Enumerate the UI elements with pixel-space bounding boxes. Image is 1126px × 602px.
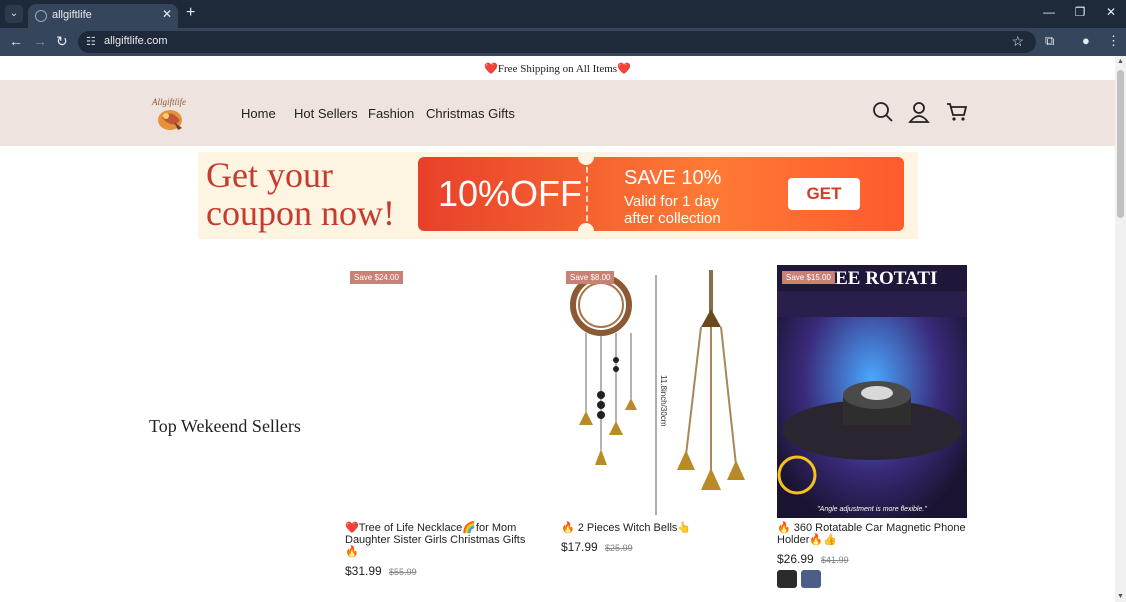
product-title[interactable]: 🔥 360 Rotatable Car Magnetic Phone Holde… <box>777 522 967 546</box>
restore-button[interactable]: ❐ <box>1071 5 1089 19</box>
browser-toolbar: ← → ↻ ☷ allgiftlife.com ☆ ⧉ ● ⋮ <box>0 28 1126 56</box>
screenshot-icon[interactable]: ⧉ <box>1045 33 1054 49</box>
product-title[interactable]: 🔥 2 Pieces Witch Bells👆 <box>561 522 751 534</box>
tab-search-button[interactable]: ⌄ <box>5 5 23 23</box>
product-title[interactable]: ❤️Tree of Life Necklace🌈for Mom Daughter… <box>345 522 535 558</box>
coupon-validity-line1: Valid for 1 day <box>624 193 719 210</box>
scroll-up-icon[interactable]: ▲ <box>1117 58 1124 65</box>
compare-price: $55.99 <box>389 567 417 577</box>
product-image[interactable]: GREE ROTATI "Angle adjustment is more fl… <box>777 265 967 518</box>
reload-icon[interactable]: ↻ <box>56 33 68 50</box>
announcement-text: Free Shipping on All Items <box>497 63 618 75</box>
web-page: ❤️Free Shipping on All Items❤️ Allgiftli… <box>0 56 1115 602</box>
close-tab-icon[interactable]: ✕ <box>162 7 172 21</box>
coupon-validity: Valid for 1 day after collection <box>624 193 721 227</box>
logo-wordmark: Allgiftlife <box>151 97 186 107</box>
back-icon[interactable]: ← <box>9 33 23 49</box>
product-price: $31.99 <box>345 564 382 578</box>
product-card[interactable]: GREE ROTATI "Angle adjustment is more fl… <box>777 265 967 588</box>
menu-icon[interactable]: ⋮ <box>1107 33 1120 49</box>
scroll-down-icon[interactable]: ▼ <box>1117 593 1124 600</box>
product-price: $26.99 <box>777 552 814 566</box>
dimension-label: 11.8inch/30cm <box>659 375 668 427</box>
scrollbar[interactable]: ▲ ▼ <box>1115 56 1126 602</box>
site-logo[interactable]: Allgiftlife <box>150 94 192 134</box>
profile-icon[interactable]: ● <box>1082 33 1090 48</box>
variant-swatches <box>777 570 967 588</box>
coupon-banner[interactable]: Get your coupon now! 10%OFF SAVE 10% Val… <box>198 152 918 239</box>
section-title: Top Wekeend Sellers <box>149 416 301 436</box>
banner-headline: Get your coupon now! <box>206 156 395 232</box>
coupon-divider <box>586 157 588 231</box>
phone-holder-image: GREE ROTATI "Angle adjustment is more fl… <box>777 265 967 518</box>
compare-price: $41.99 <box>821 555 849 565</box>
search-icon[interactable] <box>872 101 894 123</box>
nav-fashion[interactable]: Fashion <box>368 106 414 121</box>
witch-bells-image: 11.8inch/30cm <box>570 270 745 515</box>
save-badge: Save $15.00 <box>782 271 835 284</box>
compare-price: $25.99 <box>605 543 633 553</box>
browser-titlebar: ⌄ allgiftlife ✕ + — ❐ ✕ <box>0 0 1126 28</box>
product-card[interactable]: Save $24.00 ❤️Tree of Life Necklace🌈for … <box>345 265 535 578</box>
browser-tab[interactable]: allgiftlife ✕ <box>28 4 178 28</box>
forward-icon[interactable]: → <box>33 33 47 49</box>
nav-home[interactable]: Home <box>241 106 276 121</box>
coupon-notch <box>578 223 594 239</box>
variant-swatch[interactable] <box>801 570 821 588</box>
banner-headline-line1: Get your <box>206 155 333 195</box>
address-bar[interactable]: ☷ allgiftlife.com ☆ <box>78 31 1036 53</box>
product-price: $17.99 <box>561 540 598 554</box>
product-card[interactable]: 11.8inch/30cm Save $8.00 🔥 2 Pieces Witc… <box>561 265 751 554</box>
product-image[interactable]: Save $24.00 <box>345 265 535 518</box>
heart-icon: ❤️ <box>484 63 498 75</box>
close-window-button[interactable]: ✕ <box>1102 5 1120 19</box>
variant-swatch[interactable] <box>777 570 797 588</box>
bookmark-star-icon[interactable]: ☆ <box>1011 33 1024 50</box>
url-text[interactable]: allgiftlife.com <box>104 35 168 47</box>
minimize-button[interactable]: — <box>1040 5 1058 19</box>
new-tab-button[interactable]: + <box>186 4 195 22</box>
account-icon[interactable] <box>908 101 930 123</box>
heart-icon: ❤️ <box>617 63 631 75</box>
cart-icon[interactable] <box>946 101 968 123</box>
coupon-card: 10%OFF SAVE 10% Valid for 1 day after co… <box>418 152 904 239</box>
scroll-thumb[interactable] <box>1117 70 1124 218</box>
price-row: $31.99 $55.99 <box>345 564 535 578</box>
coupon-discount: 10%OFF <box>438 173 583 214</box>
product-image[interactable]: 11.8inch/30cm Save $8.00 <box>561 265 751 518</box>
site-header: Allgiftlife Home Hot Sellers Fashion Chr… <box>0 80 1115 146</box>
image-caption: "Angle adjustment is more flexible." <box>817 506 927 513</box>
nav-hot-sellers[interactable]: Hot Sellers <box>294 106 358 121</box>
coupon-save-text: SAVE 10% <box>624 167 722 189</box>
coupon-notch <box>578 152 594 165</box>
price-row: $26.99 $41.99 <box>777 552 967 566</box>
site-info-icon[interactable]: ☷ <box>86 35 96 48</box>
save-badge: Save $24.00 <box>350 271 403 284</box>
coupon-validity-line2: after collection <box>624 210 721 227</box>
tab-title: allgiftlife <box>52 9 92 21</box>
get-coupon-button[interactable]: GET <box>788 178 860 210</box>
nav-christmas-gifts[interactable]: Christmas Gifts <box>426 106 515 121</box>
globe-icon <box>35 10 47 22</box>
announcement-bar: ❤️Free Shipping on All Items❤️ <box>0 56 1115 80</box>
banner-headline-line2: coupon now! <box>206 193 395 233</box>
save-badge: Save $8.00 <box>566 271 615 284</box>
price-row: $17.99 $25.99 <box>561 540 751 554</box>
